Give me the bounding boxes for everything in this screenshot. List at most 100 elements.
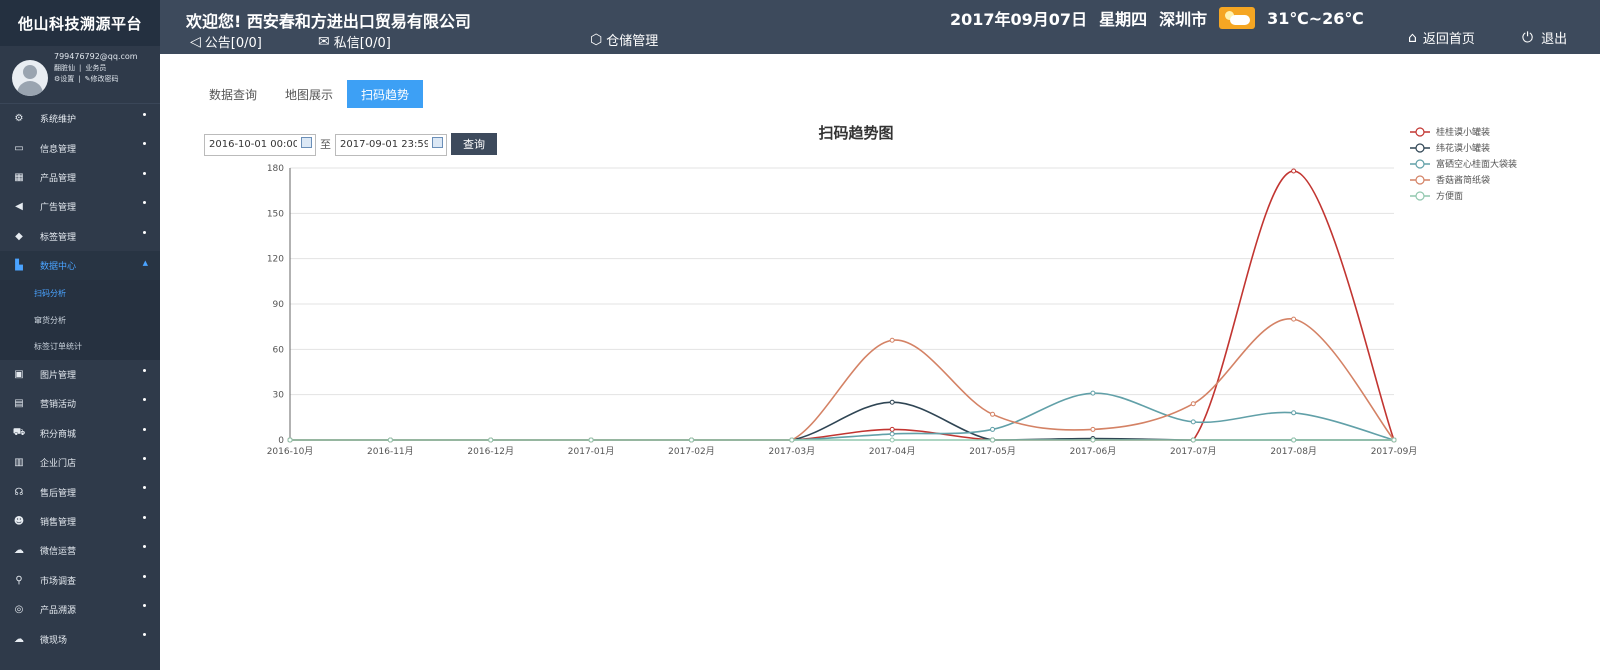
- date-weather: 2017年09月07日 星期四 深圳市 31℃~26℃: [950, 6, 1364, 30]
- mail-icon: ✉: [318, 33, 330, 50]
- sidebar-item-image[interactable]: ▣ 图片管理: [0, 360, 160, 389]
- sidebar-item-store[interactable]: ▥ 企业门店: [0, 448, 160, 477]
- sidebar-item-gear[interactable]: ⚙ 系统维护: [0, 104, 160, 133]
- sidebar-item-tag[interactable]: ◆ 标签管理: [0, 222, 160, 251]
- y-tick-label: 90: [273, 300, 285, 310]
- data-point: [1391, 437, 1397, 443]
- sidebar-item-wechat[interactable]: ☁ 微信运营: [0, 536, 160, 565]
- sidebar-item-headset[interactable]: ☊ 售后管理: [0, 477, 160, 506]
- x-tick-label: 2016-10月: [267, 446, 314, 457]
- sidebar: 他山科技溯源平台 799476792@qq.com 翻脏仙 | 业务员 ⚙设置 …: [0, 0, 160, 670]
- grid-icon: ▦: [14, 171, 24, 183]
- data-point: [889, 426, 895, 432]
- sidebar-item-database[interactable]: ◎ 产品溯源: [0, 595, 160, 624]
- sidebar-item-search[interactable]: ⚲ 市场调查: [0, 566, 160, 595]
- expand-dot-icon: [143, 230, 146, 234]
- notice-label: 公告[0/0]: [204, 36, 262, 51]
- x-tick-label: 2017-01月: [568, 446, 615, 457]
- tab-bar: 数据查询 地图展示 扫码趋势: [195, 80, 424, 108]
- data-point: [889, 399, 895, 405]
- image-icon: ▣: [14, 369, 24, 381]
- settings-link[interactable]: ⚙设置: [54, 74, 74, 84]
- sidebar-item-cloud[interactable]: ☁ 微现场: [0, 624, 160, 653]
- store-icon: ▥: [14, 457, 24, 469]
- divider: |: [78, 75, 81, 83]
- logout-link[interactable]: ⏻ 退出: [1522, 28, 1567, 48]
- x-tick-label: 2017-04月: [869, 446, 916, 457]
- data-point: [1090, 437, 1096, 443]
- data-point: [488, 437, 494, 443]
- notice-link[interactable]: ◁ 公告[0/0]: [190, 32, 262, 52]
- x-tick-label: 2017-08月: [1270, 446, 1317, 457]
- data-point: [1291, 316, 1297, 322]
- sidebar-item-label: 信息管理: [40, 144, 77, 155]
- megaphone-icon: ◁: [190, 33, 201, 50]
- sidebar-item-label: 市场调查: [40, 576, 77, 587]
- warehouse-link[interactable]: ⬡ 仓储管理: [590, 30, 659, 50]
- expand-dot-icon: [143, 574, 146, 578]
- sidebar-item-label: 图片管理: [40, 371, 77, 382]
- cart-icon: ⛟: [12, 426, 26, 438]
- sidebar-item-grid[interactable]: ▦ 产品管理: [0, 163, 160, 192]
- top-header: 欢迎您! 西安春和方进出口贸易有限公司 ◁ 公告[0/0] ✉ 私信[0/0] …: [160, 0, 1600, 54]
- y-tick-label: 30: [273, 391, 285, 401]
- submenu-item[interactable]: 扫码分析: [0, 280, 160, 307]
- avatar[interactable]: [12, 60, 48, 96]
- chart-title: 扫码趋势图: [818, 124, 893, 142]
- x-tick-label: 2017-09月: [1371, 446, 1418, 457]
- sidebar-item-cart[interactable]: ⛟ 积分商城: [0, 419, 160, 448]
- expand-dot-icon: [143, 515, 146, 519]
- data-point: [990, 426, 996, 432]
- sidebar-item-label: 销售管理: [40, 517, 77, 528]
- submenu-item[interactable]: 窜货分析: [0, 307, 160, 334]
- tab-scan-trend[interactable]: 扫码趋势: [347, 80, 424, 108]
- home-link[interactable]: ⌂ 返回首页: [1408, 28, 1475, 48]
- expand-dot-icon: [143, 201, 146, 205]
- data-point: [1090, 390, 1096, 396]
- y-tick-label: 60: [273, 345, 285, 355]
- home-icon: ⌂: [1408, 29, 1417, 46]
- sidebar-item-label: 售后管理: [40, 488, 77, 499]
- sidebar-item-label: 广告管理: [40, 203, 77, 214]
- search-icon: ⚲: [15, 574, 23, 586]
- user-panel: 799476792@qq.com 翻脏仙 | 业务员 ⚙设置 | ✎修改密码: [0, 46, 160, 104]
- series-line: [290, 318, 1395, 441]
- app-root: 他山科技溯源平台 799476792@qq.com 翻脏仙 | 业务员 ⚙设置 …: [0, 0, 1600, 670]
- weather-icon: [1219, 7, 1256, 29]
- sidebar-item-megaphone[interactable]: ◀ 广告管理: [0, 192, 160, 221]
- change-password-link[interactable]: ✎修改密码: [85, 74, 119, 84]
- warehouse-label: 仓储管理: [606, 34, 659, 49]
- message-link[interactable]: ✉ 私信[0/0]: [318, 32, 391, 52]
- x-tick-label: 2017-07月: [1170, 446, 1217, 457]
- data-point: [1190, 437, 1196, 443]
- data-point: [1190, 401, 1196, 407]
- x-tick-label: 2016-12月: [467, 446, 514, 457]
- sidebar-item-gift[interactable]: ▤ 营销活动: [0, 389, 160, 418]
- y-tick-label: 150: [267, 209, 284, 219]
- sidebar-item-label: 系统维护: [40, 115, 77, 126]
- current-weekday: 星期四: [1099, 10, 1148, 29]
- expand-dot-icon: [143, 427, 146, 431]
- data-point: [889, 337, 895, 343]
- sidebar-item-bar-chart[interactable]: ▙ 数据中心 ▲: [0, 250, 160, 281]
- y-tick-label: 180: [267, 164, 284, 174]
- sidebar-item-label: 产品溯源: [40, 606, 77, 617]
- temperature: 31℃~26℃: [1267, 8, 1364, 28]
- brand-title: 他山科技溯源平台: [0, 0, 160, 46]
- submenu-item[interactable]: 标签订单统计: [0, 333, 160, 360]
- sidebar-item-label: 营销活动: [40, 400, 77, 411]
- data-point: [1291, 168, 1297, 174]
- bar-chart-icon: ▙: [15, 260, 23, 272]
- sidebar-item-users[interactable]: ☻ 销售管理: [0, 507, 160, 536]
- divider: |: [79, 64, 82, 72]
- current-date: 2017年09月07日: [950, 10, 1088, 29]
- tab-data-query[interactable]: 数据查询: [195, 80, 271, 108]
- current-city: 深圳市: [1159, 10, 1208, 29]
- data-point: [1190, 419, 1196, 425]
- data-point: [287, 437, 293, 443]
- sidebar-item-keyboard[interactable]: ▭ 信息管理: [0, 133, 160, 162]
- submenu-data-center: 扫码分析 窜货分析 标签订单统计: [0, 280, 160, 360]
- x-tick-label: 2017-03月: [769, 446, 816, 457]
- tab-map-view[interactable]: 地图展示: [271, 80, 347, 108]
- y-tick-label: 120: [267, 255, 284, 265]
